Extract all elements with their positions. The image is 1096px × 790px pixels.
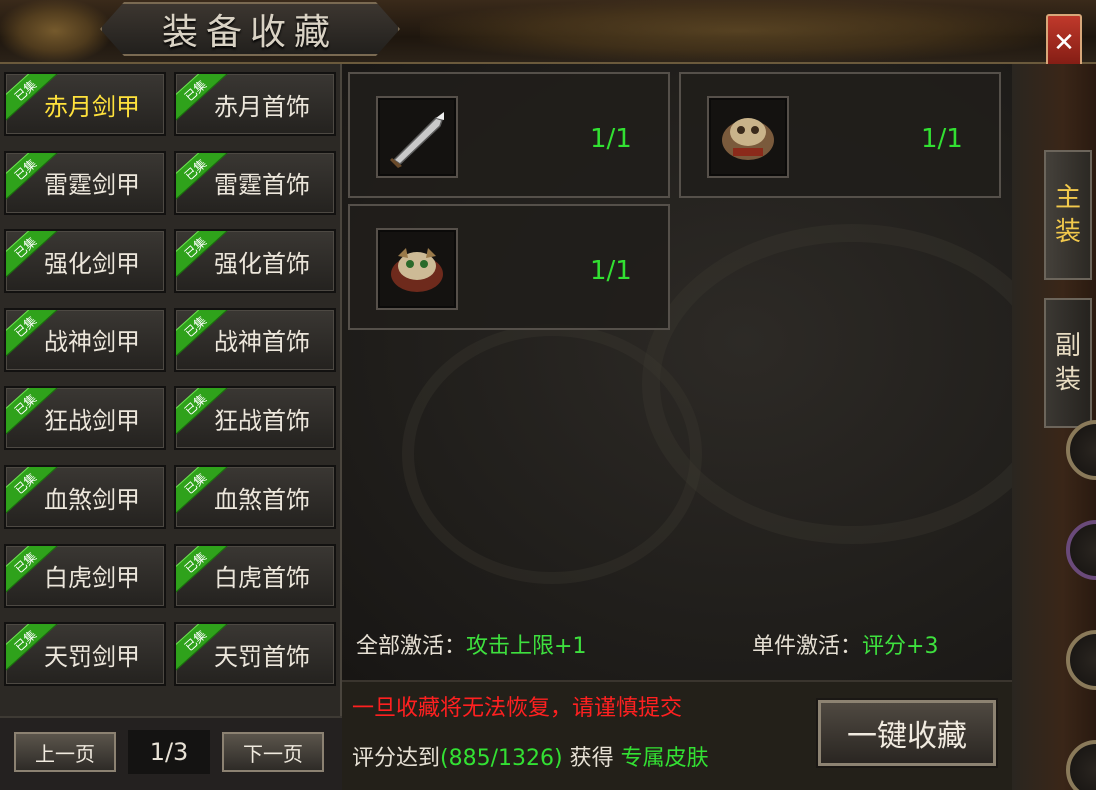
collection-item-label: 强化剑甲 <box>44 249 140 278</box>
warning-text: 一旦收藏将无法恢复，请谨慎提交 <box>352 696 683 721</box>
slot-count: 1/1 <box>590 124 632 154</box>
collection-item-label: 天罚首饰 <box>214 642 310 671</box>
armor-icon <box>391 248 443 292</box>
collection-item-button[interactable]: 已集 赤月首饰 <box>174 72 336 136</box>
score-reward: 专属皮肤 <box>620 746 709 771</box>
collection-item-label: 血煞剑甲 <box>44 485 140 514</box>
collection-item-label: 血煞首饰 <box>214 485 310 514</box>
side-tab-char: 装 <box>1054 217 1081 247</box>
background-swirl <box>642 224 1062 544</box>
single-activation-label: 单件激活： <box>752 634 863 659</box>
score-middle: 获得 <box>569 746 614 771</box>
title-plate: 装备收藏 <box>100 2 400 56</box>
collect-all-label: 一键收藏 <box>847 719 967 754</box>
slot-card[interactable]: 1/1 <box>348 72 670 198</box>
window-title: 装备收藏 <box>161 12 338 53</box>
all-activation-bonus: 全部激活：攻击上限+1 <box>356 628 586 660</box>
collection-item-label: 狂战首饰 <box>214 406 310 435</box>
collection-item-label: 赤月首饰 <box>214 92 310 121</box>
prev-page-label: 上一页 <box>35 741 95 766</box>
side-tab-char: 主 <box>1054 183 1081 213</box>
collection-item-button[interactable]: 已集 白虎首饰 <box>174 543 336 608</box>
side-tab[interactable]: 主装 <box>1044 150 1092 280</box>
slot-count: 1/1 <box>921 124 963 154</box>
slot-card[interactable]: 1/1 <box>679 72 1001 198</box>
side-tab-char: 副 <box>1054 331 1081 361</box>
single-activation-value: 评分+3 <box>862 634 939 659</box>
collection-item-button[interactable]: 已集 血煞首饰 <box>174 465 336 529</box>
title-bar: 装备收藏 <box>0 0 1096 64</box>
side-tab[interactable]: 副装 <box>1044 298 1092 428</box>
score-prefix: 评分达到 <box>352 746 441 771</box>
collection-item-button[interactable]: 已集 天罚剑甲 <box>4 622 166 687</box>
collection-item-button[interactable]: 已集 狂战首饰 <box>174 386 336 451</box>
slot-icon-frame[interactable] <box>376 228 458 310</box>
collection-item-button[interactable]: 已集 强化剑甲 <box>4 229 166 294</box>
prev-page-button[interactable]: 上一页 <box>14 732 116 772</box>
collection-item-label: 狂战剑甲 <box>44 406 140 435</box>
page-indicator: 1/3 <box>128 730 210 774</box>
collection-item-label: 强化首饰 <box>214 249 310 278</box>
single-activation-bonus: 单件激活：评分+3 <box>752 628 938 660</box>
collection-item-button[interactable]: 已集 战神剑甲 <box>4 307 166 372</box>
slot-icon-frame[interactable] <box>376 96 458 178</box>
slot-card[interactable]: 1/1 <box>348 204 670 330</box>
all-activation-label: 全部激活： <box>356 634 467 659</box>
collection-item-label: 战神首饰 <box>214 328 310 357</box>
collection-item-label: 雷霆首饰 <box>214 171 310 200</box>
close-icon: ✕ <box>1053 28 1075 58</box>
next-page-button[interactable]: 下一页 <box>222 732 324 772</box>
collection-item-label: 天罚剑甲 <box>44 642 140 671</box>
collection-item-label: 白虎首饰 <box>214 564 310 593</box>
collection-item-button[interactable]: 已集 雷霆首饰 <box>174 150 336 215</box>
collection-item-button[interactable]: 已集 强化首饰 <box>174 229 336 294</box>
next-page-label: 下一页 <box>243 741 303 766</box>
armor-icon <box>722 118 774 160</box>
slot-icon-frame[interactable] <box>707 96 789 178</box>
slot-count: 1/1 <box>590 256 632 286</box>
collection-item-button[interactable]: 已集 白虎剑甲 <box>4 543 166 608</box>
collection-item-label: 赤月剑甲 <box>44 92 140 121</box>
collection-item-button[interactable]: 已集 赤月剑甲 <box>4 72 166 136</box>
collection-item-button[interactable]: 已集 战神首饰 <box>174 307 336 372</box>
header-ornament <box>420 0 1060 62</box>
background-swirl <box>402 324 702 584</box>
side-tab-char: 装 <box>1054 365 1081 395</box>
collection-item-button[interactable]: 已集 血煞剑甲 <box>4 465 166 529</box>
sword-icon <box>390 112 444 168</box>
collection-item-label: 雷霆剑甲 <box>44 171 140 200</box>
collection-item-label: 白虎剑甲 <box>44 564 140 593</box>
collection-item-button[interactable]: 已集 狂战剑甲 <box>4 386 166 451</box>
collection-item-button[interactable]: 已集 天罚首饰 <box>174 622 336 687</box>
collect-all-button[interactable]: 一键收藏 <box>818 700 996 766</box>
dragon-ornament-left <box>0 0 110 62</box>
all-activation-value: 攻击上限+1 <box>466 634 587 659</box>
score-progress: 评分达到(885/1326) 获得 专属皮肤 <box>352 740 709 772</box>
collection-item-button[interactable]: 已集 雷霆剑甲 <box>4 150 166 215</box>
collection-item-label: 战神剑甲 <box>44 328 140 357</box>
score-value: (885/1326) <box>440 746 563 771</box>
